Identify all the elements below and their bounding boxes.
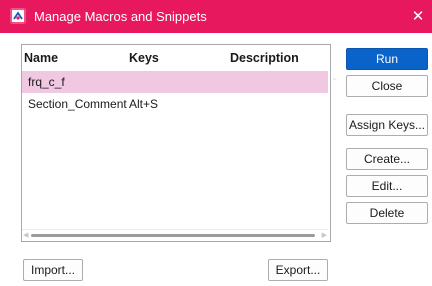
create-button[interactable]: Create...	[346, 148, 428, 170]
selection-marker-icon: ▫	[333, 76, 336, 83]
list-header: Name Keys Description	[22, 45, 330, 71]
close-button[interactable]: Close	[346, 75, 428, 97]
list-item-section-comment[interactable]: Section_Comment Alt+S	[22, 93, 328, 115]
edit-button[interactable]: Edit...	[346, 175, 428, 197]
macro-name: Section_Comment	[28, 97, 127, 111]
column-header-name[interactable]: Name	[24, 51, 58, 65]
horizontal-scrollbar[interactable]: ◀ ▶	[22, 229, 328, 241]
import-button[interactable]: Import...	[23, 259, 83, 281]
column-header-keys[interactable]: Keys	[129, 51, 159, 65]
macro-keys: Alt+S	[129, 97, 159, 111]
macro-name: frq_c_f	[28, 75, 65, 89]
scroll-left-icon[interactable]: ◀	[23, 231, 28, 239]
close-window-icon[interactable]: ✕	[404, 0, 432, 33]
list-item-frq-c-f[interactable]: frq_c_f	[22, 71, 328, 93]
scroll-right-icon[interactable]: ▶	[322, 231, 327, 239]
macro-list[interactable]: Name Keys Description frq_c_f Section_Co…	[21, 44, 331, 242]
scrollbar-thumb[interactable]	[31, 234, 315, 237]
run-button[interactable]: Run	[346, 48, 428, 70]
title-bar: Manage Macros and Snippets ✕	[0, 0, 432, 33]
assign-keys-button[interactable]: Assign Keys...	[346, 114, 428, 136]
window-title: Manage Macros and Snippets	[34, 9, 207, 24]
export-button[interactable]: Export...	[268, 259, 328, 281]
macro-app-icon	[10, 8, 26, 24]
column-header-description[interactable]: Description	[230, 51, 299, 65]
delete-button[interactable]: Delete	[346, 202, 428, 224]
